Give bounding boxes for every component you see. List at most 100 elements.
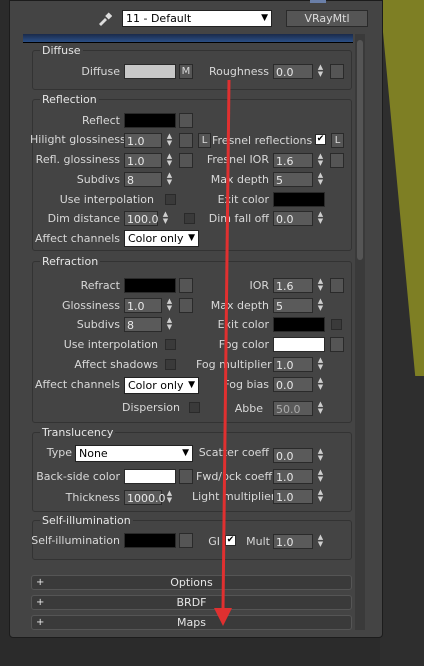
- refl-affect-channels-dropdown[interactable]: Color only ▼: [124, 230, 199, 247]
- roughness-map-button[interactable]: [330, 64, 344, 79]
- abbe-spinner[interactable]: ▲ ▼: [316, 401, 325, 416]
- self-illumination-color-swatch[interactable]: [124, 533, 176, 548]
- dim-distance-input[interactable]: 100.0: [124, 211, 159, 226]
- translucency-title: Translucency: [40, 426, 116, 439]
- mult-input[interactable]: 1.0: [273, 534, 313, 549]
- refr-subdivs-spinner[interactable]: ▲ ▼: [165, 317, 174, 332]
- refract-map-button[interactable]: [179, 278, 193, 293]
- rollout-options[interactable]: + Options: [31, 575, 352, 590]
- refr-glossiness-input[interactable]: 1.0: [124, 298, 162, 313]
- refr-subdivs-input[interactable]: 8: [124, 317, 162, 332]
- refl-glossiness-map-button[interactable]: [179, 153, 193, 168]
- ior-map-button[interactable]: [330, 278, 344, 293]
- mult-label: Mult: [246, 535, 270, 548]
- refr-max-depth-input[interactable]: 5: [273, 298, 313, 313]
- eyedropper-icon[interactable]: [96, 11, 113, 27]
- hilight-lock-label: L: [201, 135, 208, 146]
- self-illumination-map-button[interactable]: [179, 533, 193, 548]
- refr-max-depth-spinner[interactable]: ▲ ▼: [316, 298, 325, 313]
- hilight-lock-button[interactable]: L: [198, 133, 211, 148]
- translucency-type-dropdown[interactable]: None ▼: [75, 445, 193, 462]
- light-multiplier-spinner[interactable]: ▲ ▼: [316, 489, 325, 504]
- mult-spinner[interactable]: ▲ ▼: [316, 534, 325, 549]
- dim-falloff-input[interactable]: 0.0: [273, 211, 313, 226]
- hilight-glossiness-input[interactable]: 1.0: [124, 133, 162, 148]
- dim-falloff-spinner[interactable]: ▲ ▼: [316, 211, 325, 226]
- window-top-button[interactable]: [310, 0, 326, 3]
- refl-exit-color-swatch[interactable]: [273, 192, 325, 207]
- refl-max-depth-input[interactable]: 5: [273, 172, 313, 187]
- light-multiplier-input[interactable]: 1.0: [273, 489, 313, 504]
- reflect-map-button[interactable]: [179, 113, 193, 128]
- refl-max-depth-spinner[interactable]: ▲ ▼: [316, 172, 325, 187]
- ior-input[interactable]: 1.6: [273, 278, 313, 293]
- hilight-glossiness-map-button[interactable]: [179, 133, 193, 148]
- scrollbar-thumb[interactable]: [357, 40, 363, 260]
- abbe-input[interactable]: 50.0: [273, 401, 313, 416]
- ior-spinner[interactable]: ▲ ▼: [316, 278, 325, 293]
- rollout-maps[interactable]: + Maps: [31, 615, 352, 630]
- roughness-input[interactable]: 0.0: [273, 64, 313, 79]
- refl-exit-color-label: Exit color: [217, 193, 269, 206]
- fog-color-swatch[interactable]: [273, 337, 325, 352]
- thickness-label: Thickness: [65, 491, 120, 504]
- check-icon: ✔: [316, 134, 325, 144]
- affect-shadows-checkbox[interactable]: [165, 359, 176, 370]
- refl-max-depth-label: Max depth: [210, 173, 269, 186]
- fog-color-map-button[interactable]: [330, 337, 344, 352]
- fresnel-reflections-checkbox[interactable]: ✔: [315, 134, 326, 145]
- diffuse-title: Diffuse: [40, 44, 83, 57]
- reflect-color-swatch[interactable]: [124, 113, 176, 128]
- fresnel-ior-input[interactable]: 1.6: [273, 153, 313, 168]
- rollout-brdf-label: BRDF: [176, 596, 207, 609]
- fog-bias-input[interactable]: 0.0: [273, 377, 313, 392]
- fog-bias-spinner[interactable]: ▲ ▼: [316, 377, 325, 392]
- refr-glossiness-spinner[interactable]: ▲ ▼: [165, 298, 174, 313]
- gi-checkbox[interactable]: ✔: [225, 535, 236, 546]
- back-side-color-swatch[interactable]: [124, 469, 176, 484]
- dim-distance-spinner[interactable]: ▲ ▼: [161, 211, 170, 226]
- roughness-spinner[interactable]: ▲ ▼: [316, 64, 325, 79]
- diffuse-color-swatch[interactable]: [124, 64, 176, 79]
- fwd-bck-coeff-input[interactable]: 1.0: [273, 469, 313, 484]
- thickness-spinner[interactable]: ▲ ▼: [165, 490, 174, 505]
- refr-glossiness-map-button[interactable]: [179, 298, 193, 313]
- material-name-field[interactable]: 11 - Default ▼: [122, 10, 272, 27]
- fwd-bck-coeff-spinner[interactable]: ▲ ▼: [316, 469, 325, 484]
- fog-multiplier-label: Fog multiplier: [196, 358, 272, 371]
- fresnel-ior-spinner[interactable]: ▲ ▼: [316, 153, 325, 168]
- thickness-input[interactable]: 1000.0: [124, 490, 166, 505]
- material-toolbar: 11 - Default ▼ VRayMtl: [10, 0, 382, 35]
- scatter-coeff-input[interactable]: 0.0: [273, 448, 313, 463]
- refract-color-swatch[interactable]: [124, 278, 176, 293]
- fresnel-lock-button[interactable]: L: [331, 133, 344, 148]
- rollout-brdf[interactable]: + BRDF: [31, 595, 352, 610]
- fog-multiplier-spinner[interactable]: ▲ ▼: [316, 357, 325, 372]
- refl-subdivs-spinner[interactable]: ▲ ▼: [165, 172, 174, 187]
- fresnel-ior-map-button[interactable]: [330, 153, 344, 168]
- diffuse-map-button[interactable]: M: [179, 64, 193, 79]
- gi-label: GI: [208, 535, 220, 548]
- back-side-color-map-button[interactable]: [179, 469, 193, 484]
- self-illumination-title: Self-illumination: [40, 514, 133, 527]
- refl-glossiness-input[interactable]: 1.0: [124, 153, 162, 168]
- refr-subdivs-label: Subdivs: [76, 318, 120, 331]
- fog-multiplier-input[interactable]: 1.0: [273, 357, 313, 372]
- refr-affect-channels-dropdown[interactable]: Color only ▼: [124, 377, 199, 394]
- chevron-down-icon: ▼: [182, 448, 189, 458]
- material-type-button[interactable]: VRayMtl: [286, 10, 368, 27]
- dispersion-checkbox[interactable]: [189, 402, 200, 413]
- refl-glossiness-spinner[interactable]: ▲ ▼: [165, 153, 174, 168]
- expand-icon: +: [36, 617, 45, 628]
- hilight-glossiness-spinner[interactable]: ▲ ▼: [165, 133, 174, 148]
- fresnel-ior-label: Fresnel IOR: [206, 153, 269, 166]
- refr-use-interpolation-checkbox[interactable]: [165, 339, 176, 350]
- refl-use-interpolation-checkbox[interactable]: [165, 194, 176, 205]
- scatter-coeff-spinner[interactable]: ▲ ▼: [316, 448, 325, 463]
- refr-exit-color-swatch[interactable]: [273, 317, 325, 332]
- refr-exit-color-checkbox[interactable]: [331, 319, 342, 330]
- material-type-label: VRayMtl: [304, 12, 350, 25]
- dim-distance-checkbox[interactable]: [184, 213, 195, 224]
- rollout-maps-label: Maps: [177, 616, 206, 629]
- refl-subdivs-input[interactable]: 8: [124, 172, 162, 187]
